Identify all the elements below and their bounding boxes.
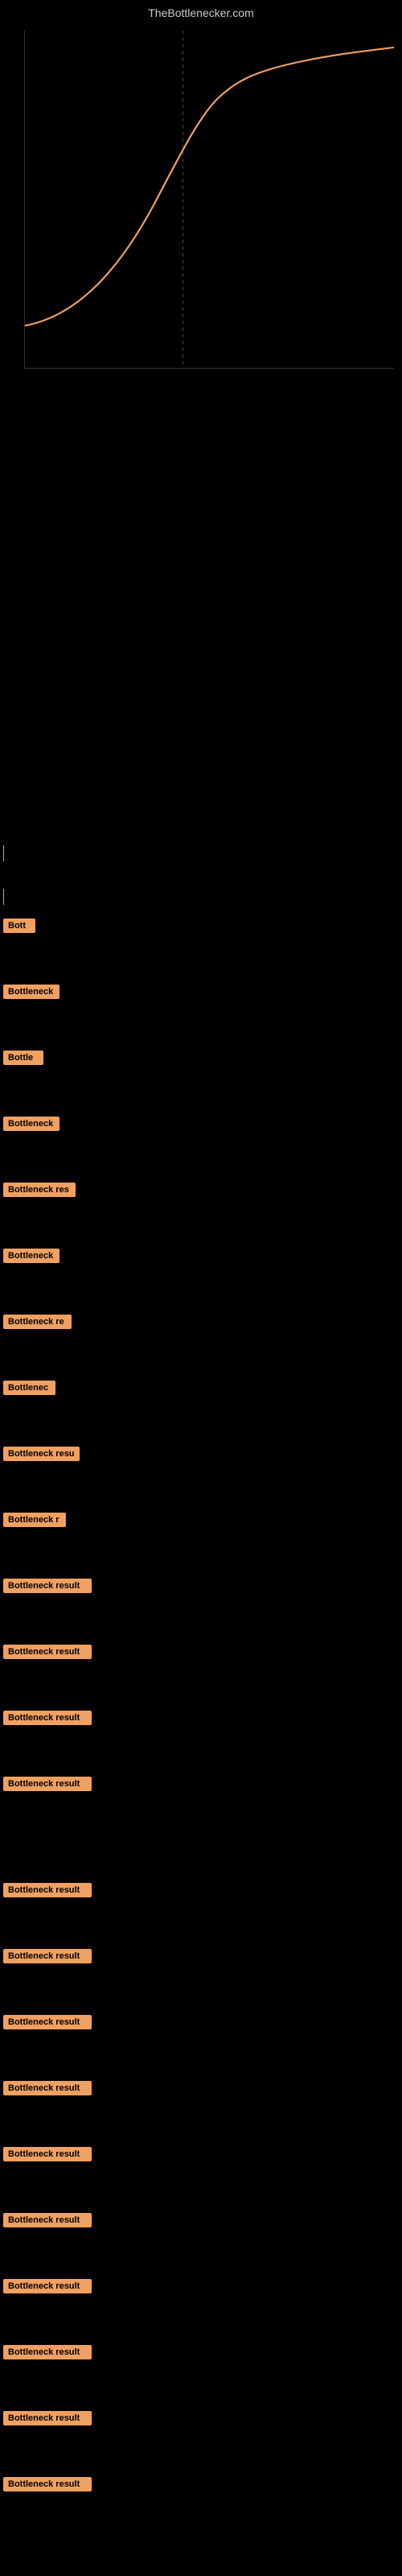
bottleneck-badge: Bottleneck resu [3, 1447, 80, 1461]
bottleneck-badge: Bottleneck result [3, 1949, 92, 1963]
list-item: Bottleneck result [0, 2341, 402, 2363]
bottleneck-badge: Bottleneck result [3, 2279, 92, 2293]
list-item: Bottleneck res [0, 1179, 402, 1201]
list-item: Bottleneck r [0, 1509, 402, 1531]
bottleneck-badge: Bottleneck result [3, 2477, 92, 2491]
bottleneck-badge: Bottleneck result [3, 2015, 92, 2029]
site-title: TheBottlenecker.com [0, 0, 402, 23]
list-item: Bottleneck result [0, 2143, 402, 2165]
bottleneck-badge: Bott [3, 919, 35, 933]
list-item: Bottleneck [0, 1113, 402, 1135]
list-item: Bottleneck result [0, 2077, 402, 2099]
bottleneck-badge: Bottleneck r [3, 1513, 66, 1527]
bottleneck-badge: Bottleneck result [3, 1777, 92, 1791]
bottleneck-badge: Bottleneck [3, 1249, 59, 1263]
middle-spacer [0, 393, 402, 844]
list-item: Bottleneck result [0, 1945, 402, 1967]
list-item: Bottleneck [0, 980, 402, 1003]
list-item: Bottleneck resu [0, 1443, 402, 1465]
cursor-line-1 [3, 845, 4, 861]
list-item: Bottleneck [0, 1245, 402, 1267]
list-item: Bottleneck result [0, 2209, 402, 2231]
bottleneck-badge: Bottlenec [3, 1381, 55, 1395]
bottleneck-badge: Bottleneck result [3, 2081, 92, 2095]
bottleneck-badge: Bottleneck result [3, 2213, 92, 2227]
bottleneck-badge: Bottleneck [3, 1117, 59, 1131]
bottleneck-badge: Bottleneck result [3, 2411, 92, 2425]
bottleneck-badge: Bottleneck result [3, 1711, 92, 1725]
bottleneck-badge: Bottleneck res [3, 1183, 76, 1197]
list-item: Bottleneck result [0, 1641, 402, 1663]
bottleneck-badge: Bottleneck re [3, 1315, 72, 1329]
bottleneck-badge: Bottleneck result [3, 2345, 92, 2359]
list-item: Bottlenec [0, 1377, 402, 1399]
list-item: Bottle [0, 1046, 402, 1069]
chart-inner [24, 31, 394, 369]
chart-area [0, 23, 402, 393]
list-item: Bottleneck result [0, 1575, 402, 1597]
list-item: Bottleneck result [0, 1707, 402, 1729]
bottleneck-badge: Bottleneck result [3, 1645, 92, 1659]
list-item: Bottleneck result [0, 2011, 402, 2033]
bottleneck-badge: Bottleneck [3, 985, 59, 999]
list-item: Bottleneck re [0, 1311, 402, 1333]
bottleneck-badge: Bottle [3, 1051, 43, 1065]
bottleneck-badge: Bottleneck result [3, 2147, 92, 2161]
chart-svg [25, 31, 394, 368]
list-item: Bottleneck result [0, 2275, 402, 2297]
list-item: Bottleneck result [0, 2473, 402, 2496]
cursor-line-2 [3, 889, 4, 905]
list-item: Bott [0, 914, 402, 937]
list-item: Bottleneck result [0, 1879, 402, 1901]
list-item: Bottleneck result [0, 1773, 402, 1795]
list-item: Bottleneck result [0, 2407, 402, 2429]
spacer-small [0, 863, 402, 887]
bottleneck-badge: Bottleneck result [3, 1883, 92, 1897]
bottleneck-badge: Bottleneck result [3, 1579, 92, 1593]
